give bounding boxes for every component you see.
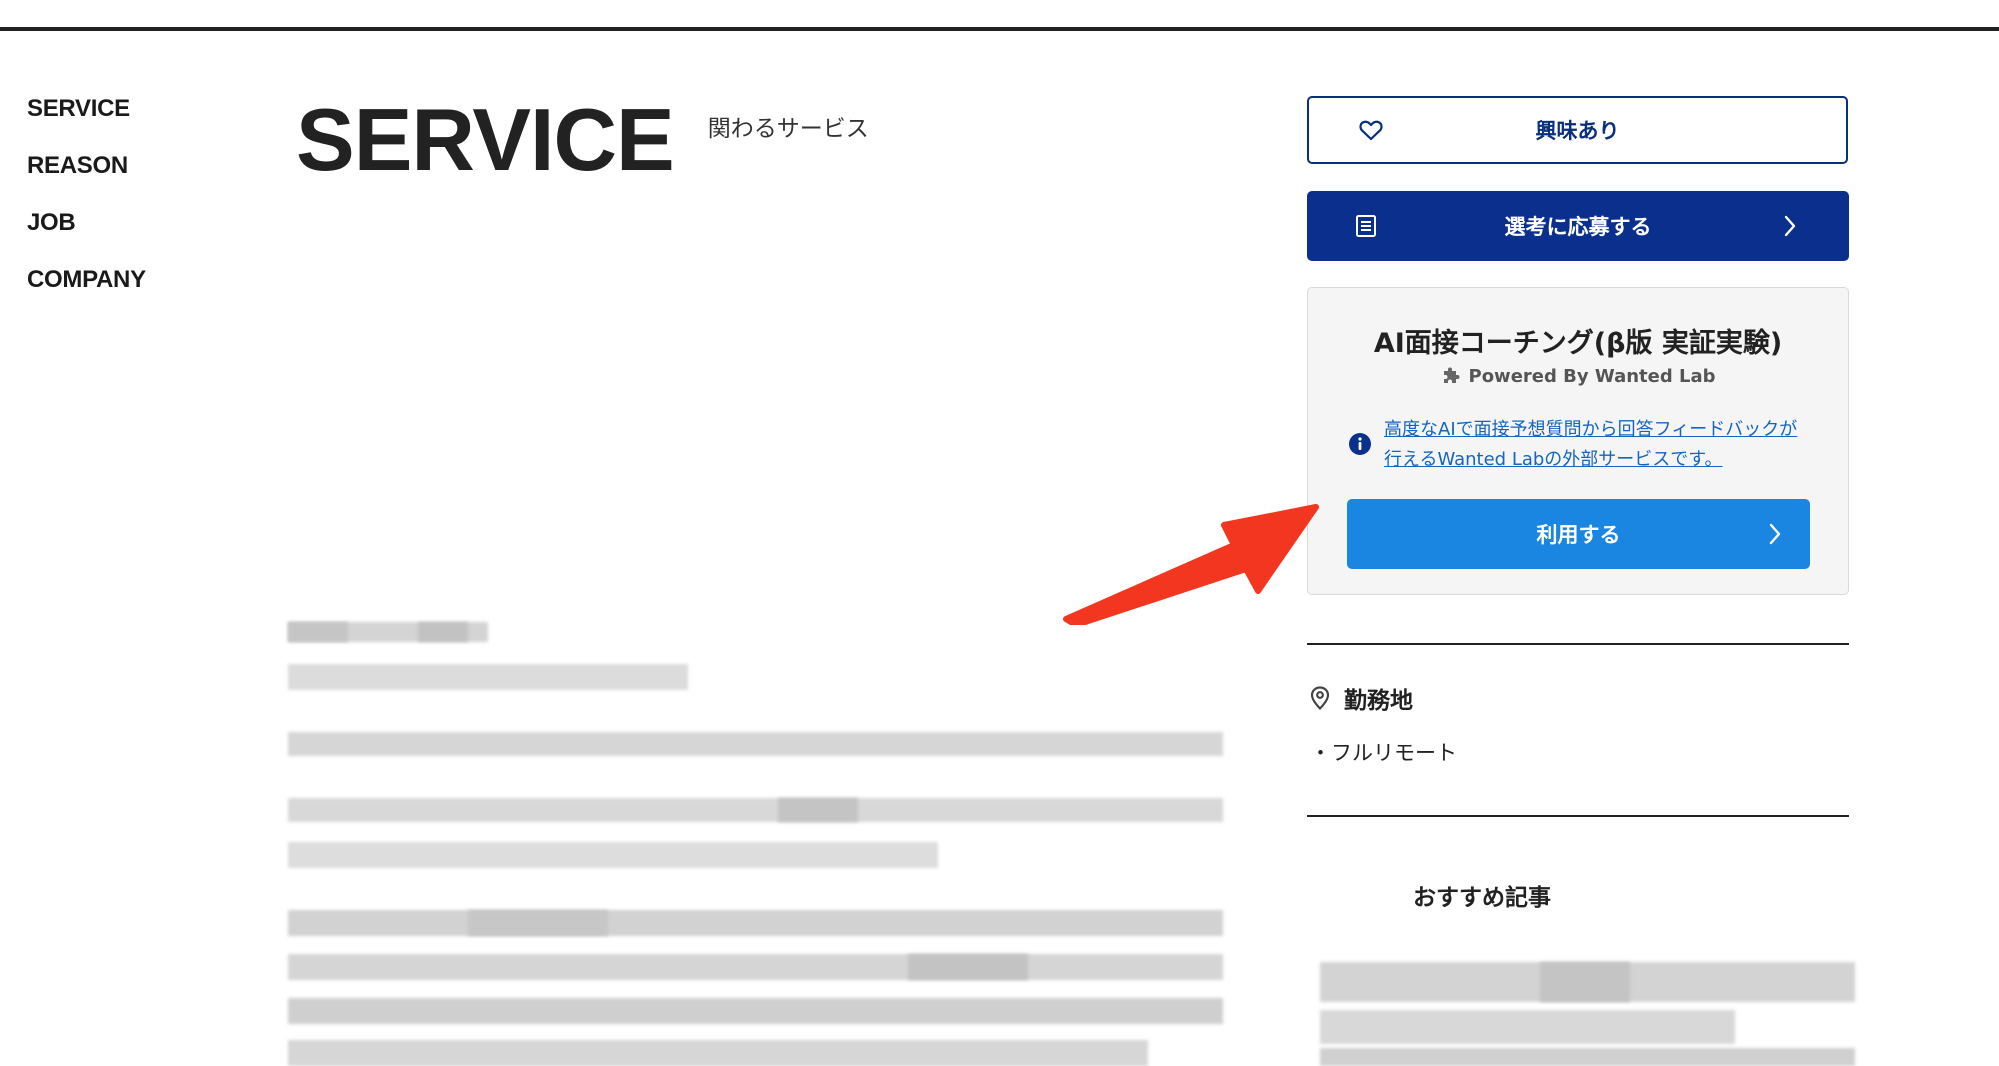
powered-by-label: Powered By Wanted Lab <box>1468 366 1716 387</box>
ai-card-title: AI面接コーチング(β版 実証実験) <box>1373 328 1783 359</box>
interest-button-label: 興味あり <box>1535 119 1620 143</box>
chevron-right-icon <box>1769 523 1781 545</box>
header-divider <box>0 27 1999 31</box>
apply-button-label: 選考に応募する <box>1504 215 1652 239</box>
powered-by: Powered By Wanted Lab <box>1308 365 1848 387</box>
service-description-link[interactable]: 高度なAIで面接予想質問から回答フィードバックが行えるWanted Labの外部… <box>1384 415 1814 475</box>
map-pin-icon <box>1310 686 1330 710</box>
blurred-content-recommended <box>1300 962 1855 1066</box>
side-nav: SERVICE REASON JOB COMPANY <box>27 91 146 319</box>
recommended-articles-heading: おすすめ記事 <box>1413 885 1551 911</box>
page: SERVICE REASON JOB COMPANY SERVICE 関わるサー… <box>0 0 1999 1066</box>
nav-item-service[interactable]: SERVICE <box>27 91 146 148</box>
divider <box>1307 815 1849 817</box>
chevron-right-icon <box>1784 215 1796 237</box>
nav-item-reason[interactable]: REASON <box>27 148 146 205</box>
puzzle-icon <box>1443 367 1459 383</box>
info-icon <box>1349 433 1371 455</box>
apply-button[interactable]: 選考に応募する <box>1307 191 1849 261</box>
use-button-label: 利用する <box>1536 523 1621 547</box>
use-button[interactable]: 利用する <box>1347 499 1810 569</box>
divider <box>1307 643 1849 645</box>
annotation-arrow <box>1063 504 1319 625</box>
section-subtitle: 関わるサービス <box>707 116 869 142</box>
nav-item-company[interactable]: COMPANY <box>27 262 146 319</box>
location-item: ・フルリモート <box>1310 741 1457 765</box>
heart-icon <box>1359 120 1383 141</box>
ai-coaching-card: AI面接コーチング(β版 実証実験) Powered By Wanted Lab… <box>1307 287 1849 595</box>
location-heading: 勤務地 <box>1310 681 1413 715</box>
interest-button[interactable]: 興味あり <box>1307 96 1848 164</box>
section-title: SERVICE <box>296 90 675 189</box>
location-heading-label: 勤務地 <box>1344 688 1413 714</box>
nav-item-job[interactable]: JOB <box>27 205 146 262</box>
document-icon <box>1356 215 1376 237</box>
section-heading: SERVICE 関わるサービス <box>296 90 869 190</box>
blurred-content-main <box>288 620 1223 1066</box>
